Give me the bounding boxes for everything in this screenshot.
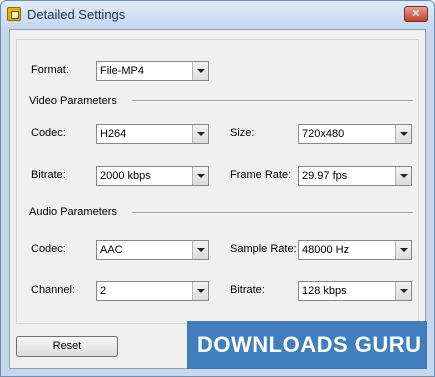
channel-label: Channel: (31, 284, 76, 296)
chevron-down-icon[interactable] (192, 62, 208, 80)
dialog-body: Format: File-MP4 Video Parameters Codec:… (9, 29, 426, 369)
settings-panel: Format: File-MP4 Video Parameters Codec:… (16, 39, 419, 324)
channel-select[interactable]: 2 (96, 281, 209, 301)
audio-bitrate-label: Bitrate: (230, 284, 265, 296)
audio-codec-label: Codec: (31, 243, 66, 255)
video-size-value: 720x480 (302, 128, 345, 140)
frame-rate-value: 29.97 fps (302, 170, 348, 182)
video-size-select[interactable]: 720x480 (298, 124, 412, 144)
chevron-down-icon[interactable] (192, 167, 208, 185)
chevron-down-icon[interactable] (192, 282, 208, 300)
chevron-down-icon[interactable] (192, 125, 208, 143)
sample-rate-select[interactable]: 48000 Hz (298, 240, 412, 260)
video-bitrate-label: Bitrate: (31, 169, 66, 181)
video-codec-value: H264 (100, 128, 127, 140)
audio-codec-select[interactable]: AAC (96, 240, 209, 260)
video-section-title: Video Parameters (29, 95, 117, 107)
format-value: File-MP4 (100, 65, 145, 77)
video-size-label: Size: (230, 127, 255, 139)
video-bitrate-select[interactable]: 2000 kbps (96, 166, 209, 186)
watermark-overlay: DOWNLOADS GURU (187, 321, 427, 369)
frame-rate-select[interactable]: 29.97 fps (298, 166, 412, 186)
audio-bitrate-select[interactable]: 128 kbps (298, 281, 412, 301)
frame-rate-label: Frame Rate: (230, 169, 292, 181)
sample-rate-value: 48000 Hz (302, 244, 350, 256)
audio-codec-value: AAC (100, 244, 123, 256)
reset-button[interactable]: Reset (16, 336, 118, 357)
chevron-down-icon[interactable] (395, 167, 411, 185)
chevron-down-icon[interactable] (192, 241, 208, 259)
settings-window: Detailed Settings ✕ Format: File-MP4 Vid… (0, 0, 435, 377)
format-label: Format: (31, 64, 69, 76)
channel-value: 2 (100, 285, 107, 297)
video-codec-select[interactable]: H264 (96, 124, 209, 144)
format-select[interactable]: File-MP4 (96, 61, 209, 81)
chevron-down-icon[interactable] (395, 282, 411, 300)
video-section-divider (132, 100, 413, 102)
video-bitrate-value: 2000 kbps (100, 170, 151, 182)
title-bar[interactable]: Detailed Settings ✕ (1, 1, 434, 29)
sample-rate-label: Sample Rate: (230, 243, 297, 255)
audio-section-title: Audio Parameters (29, 206, 118, 218)
audio-bitrate-value: 128 kbps (302, 285, 347, 297)
app-icon (7, 7, 21, 21)
chevron-down-icon[interactable] (395, 241, 411, 259)
chevron-down-icon[interactable] (395, 125, 411, 143)
close-button[interactable]: ✕ (404, 6, 428, 22)
video-codec-label: Codec: (31, 127, 66, 139)
audio-section-divider (132, 212, 413, 214)
window-title: Detailed Settings (27, 7, 126, 22)
